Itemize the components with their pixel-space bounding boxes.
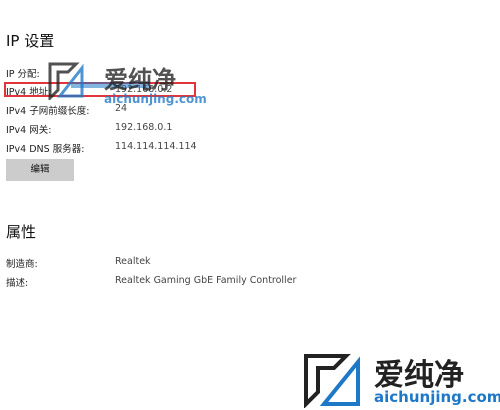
manufacturer-row: 制造商: Realtek [6, 256, 426, 272]
watermark-small: 爱纯净 aichunjing.com [44, 58, 219, 110]
watermark-small-url: aichunjing.com [104, 92, 207, 106]
watermark-large-url: aichunjing.com [374, 388, 500, 406]
watermark-small-cn: 爱纯净 [104, 66, 176, 94]
ipv4-gateway-row: IPv4 网关: 192.168.0.1 [6, 122, 426, 138]
aichunjing-logo-icon [304, 354, 360, 408]
watermark-large: 爱纯净 aichunjing.com [298, 350, 500, 410]
ip-settings-heading: IP 设置 [6, 32, 55, 50]
description-row: 描述: Realtek Gaming GbE Family Controller [6, 275, 426, 291]
edit-button[interactable]: 编辑 [6, 159, 74, 181]
description-value: Realtek Gaming GbE Family Controller [115, 275, 297, 286]
ipv4-dns-value: 114.114.114.114 [115, 141, 197, 152]
ipv4-dns-label: IPv4 DNS 服务器: [6, 144, 85, 155]
ipv4-gateway-label: IPv4 网关: [6, 125, 52, 136]
aichunjing-logo-icon [48, 62, 84, 100]
properties-heading: 属性 [6, 223, 37, 241]
description-label: 描述: [6, 278, 29, 289]
ip-assignment-label: IP 分配: [6, 69, 40, 80]
ipv4-dns-row: IPv4 DNS 服务器: 114.114.114.114 [6, 141, 426, 157]
ipv4-gateway-value: 192.168.0.1 [115, 122, 173, 133]
manufacturer-label: 制造商: [6, 259, 38, 270]
manufacturer-value: Realtek [115, 256, 151, 267]
